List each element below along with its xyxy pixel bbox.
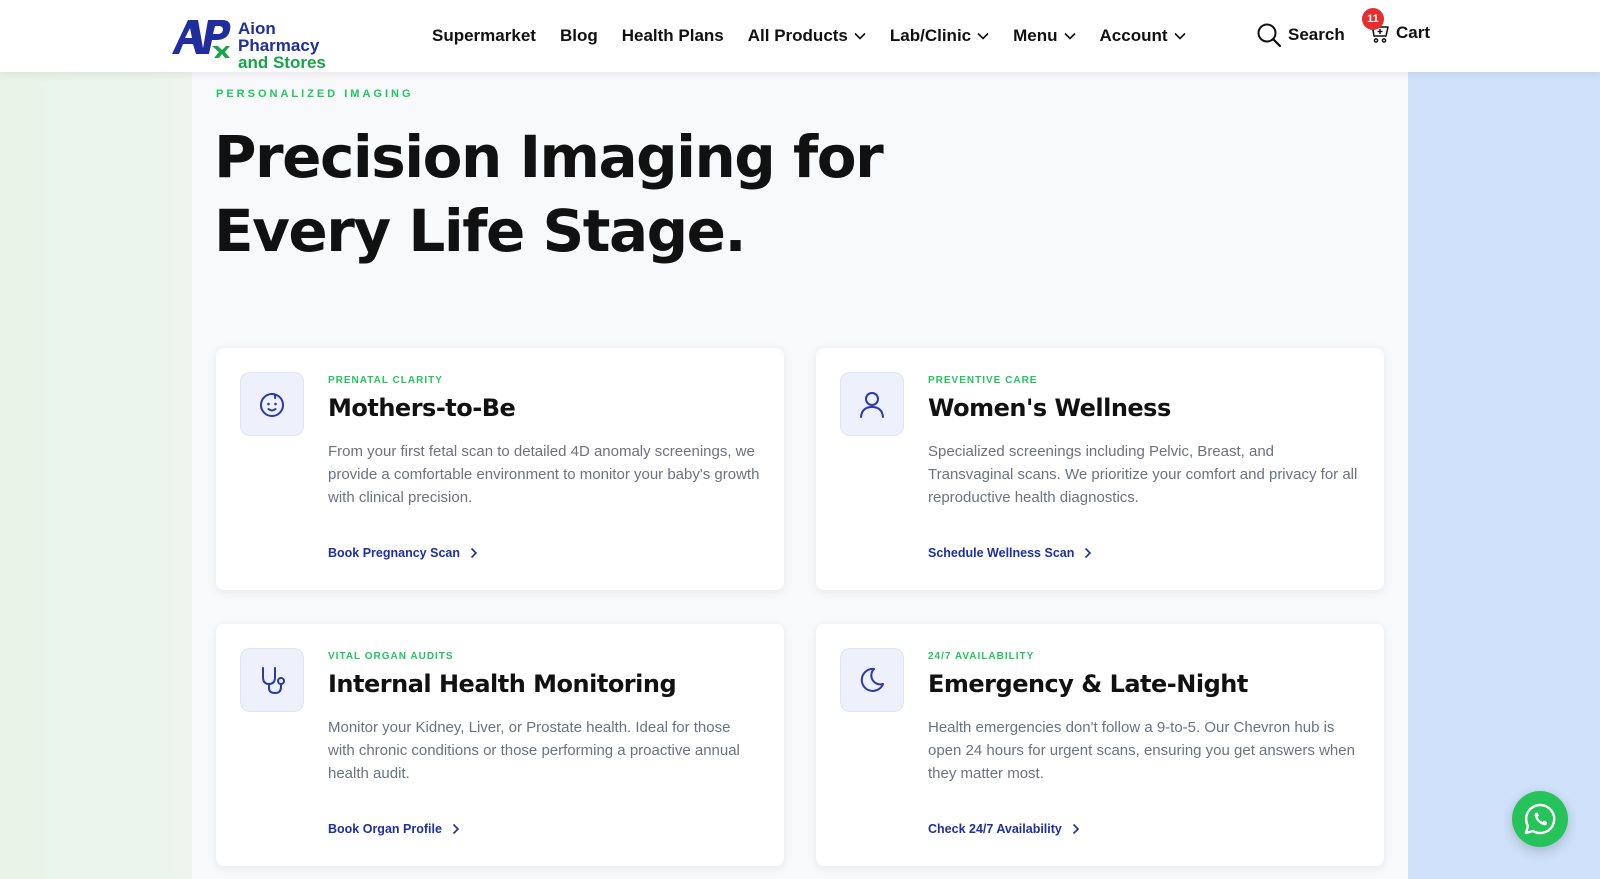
chevron-down-icon <box>1063 32 1076 40</box>
chevron-right-icon <box>470 547 478 559</box>
nav-label: Health Plans <box>621 26 724 45</box>
nav-label: Menu <box>1013 26 1058 45</box>
cart-label: Cart <box>1396 23 1431 42</box>
moon-icon <box>860 667 884 692</box>
card-icon-box <box>240 648 304 712</box>
card-link-label: Book Pregnancy Scan <box>328 546 460 560</box>
nav-item-menu[interactable]: Menu <box>1013 26 1076 46</box>
chevron-down-icon <box>977 32 989 40</box>
card-icon-box <box>840 372 904 436</box>
card-title: Emergency & Late-Night <box>928 670 1248 698</box>
nav-label: Lab/Clinic <box>889 26 972 45</box>
service-card-emergency: 24/7 AVAILABILITY Emergency & Late-Night… <box>816 624 1384 866</box>
card-title: Women's Wellness <box>928 394 1171 422</box>
background-left <box>0 0 192 879</box>
card-description: Monitor your Kidney, Liver, or Prostate … <box>328 719 740 782</box>
logo-text: Aion Pharmacy and Stores <box>238 20 358 71</box>
logo-line1: Aion Pharmacy <box>238 19 320 55</box>
card-title: Mothers-to-Be <box>328 394 516 422</box>
nav-label: Supermarket <box>432 26 536 45</box>
search-label: Search <box>1288 25 1345 44</box>
book-pregnancy-scan-link[interactable]: Book Pregnancy Scan <box>328 546 478 560</box>
card-link-label: Schedule Wellness Scan <box>928 546 1075 560</box>
nav-label: All Products <box>747 26 848 45</box>
chevron-down-icon <box>854 32 866 40</box>
chevron-right-icon <box>1072 823 1080 835</box>
stethoscope-icon <box>262 667 285 695</box>
card-tag: PREVENTIVE CARE <box>928 375 1038 386</box>
hero-eyebrow: PERSONALIZED IMAGING <box>216 88 414 100</box>
logo-mark-icon <box>172 20 231 58</box>
whatsapp-chat-button[interactable] <box>1512 791 1568 847</box>
whatsapp-icon <box>1524 803 1556 835</box>
card-description: Specialized screenings including Pelvic,… <box>928 443 1358 506</box>
nav-item-account[interactable]: Account <box>1100 26 1186 46</box>
service-card-mothers: PRENATAL CLARITY Mothers-to-Be From your… <box>216 348 784 590</box>
service-card-womens-wellness: PREVENTIVE CARE Women's Wellness Special… <box>816 348 1384 590</box>
check-availability-link[interactable]: Check 24/7 Availability <box>928 822 1080 836</box>
card-tag: PRENATAL CLARITY <box>328 375 443 386</box>
nav-item-supermarket[interactable]: Supermarket <box>432 26 536 46</box>
card-description: From your first fetal scan to detailed 4… <box>328 443 760 506</box>
brand-logo[interactable]: Aion Pharmacy and Stores <box>168 14 358 71</box>
hero-title-line2: Every Life Stage. <box>214 197 747 265</box>
chevron-right-icon <box>452 823 460 835</box>
search-icon <box>1257 23 1282 48</box>
chevron-right-icon <box>1085 547 1092 559</box>
nav-item-health-plans[interactable]: Health Plans <box>622 26 724 46</box>
baby-face-icon <box>260 393 284 417</box>
card-title: Internal Health Monitoring <box>328 670 677 698</box>
search-button[interactable]: Search <box>1256 22 1345 48</box>
card-link-label: Check 24/7 Availability <box>928 822 1062 836</box>
nav-item-blog[interactable]: Blog <box>560 26 598 46</box>
hero-title: Precision Imaging for Every Life Stage. <box>214 120 974 268</box>
card-icon-box <box>240 372 304 436</box>
nav-item-all-products[interactable]: All Products <box>748 26 866 46</box>
background-right <box>1408 0 1600 879</box>
card-tag: VITAL ORGAN AUDITS <box>328 651 454 662</box>
cart-count-badge: 11 <box>1362 8 1384 30</box>
hero-title-line1: Precision Imaging for <box>214 123 884 191</box>
chevron-down-icon <box>1173 32 1186 40</box>
nav-item-lab-clinic[interactable]: Lab/Clinic <box>890 26 989 46</box>
user-icon <box>860 392 884 418</box>
card-tag: 24/7 AVAILABILITY <box>928 651 1035 662</box>
nav-label: Blog <box>559 26 598 45</box>
logo-line2: and Stores <box>238 53 326 72</box>
service-card-internal-health: VITAL ORGAN AUDITS Internal Health Monit… <box>216 624 784 866</box>
card-icon-box <box>840 648 904 712</box>
card-link-label: Book Organ Profile <box>328 822 442 836</box>
site-header: Aion Pharmacy and Stores Supermarket Blo… <box>0 0 1600 72</box>
main-nav: Supermarket Blog Health Plans All Produc… <box>432 0 1210 72</box>
schedule-wellness-scan-link[interactable]: Schedule Wellness Scan <box>928 546 1092 560</box>
book-organ-profile-link[interactable]: Book Organ Profile <box>328 822 460 836</box>
card-description: Health emergencies don't follow a 9-to-5… <box>928 719 1355 782</box>
nav-label: Account <box>1099 26 1168 45</box>
